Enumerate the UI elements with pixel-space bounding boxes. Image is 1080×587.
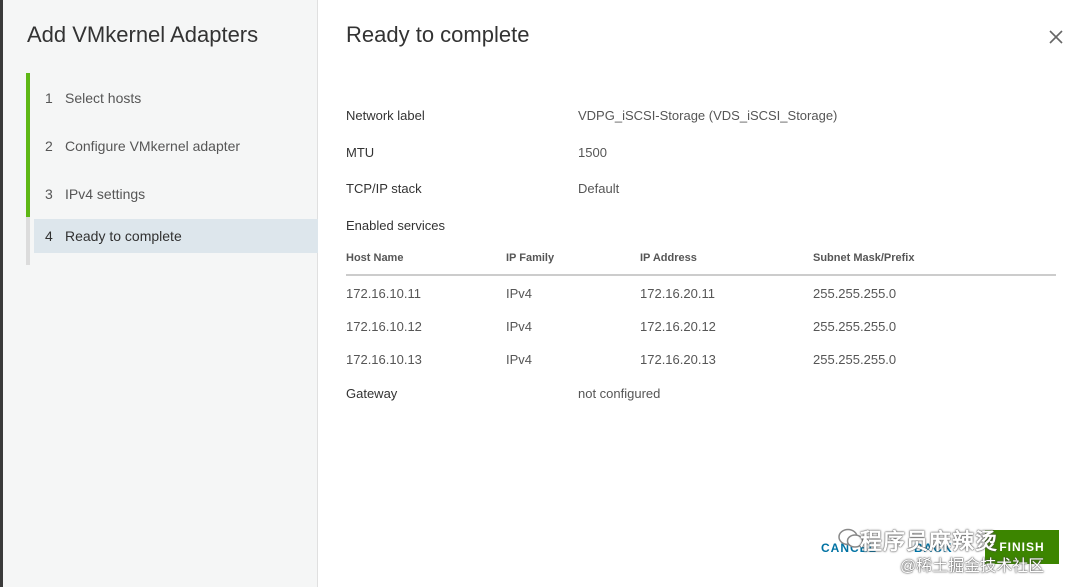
wizard-title: Add VMkernel Adapters: [27, 22, 259, 47]
gateway-value: not configured: [578, 386, 661, 401]
gateway-label: Gateway: [346, 386, 398, 401]
column-header-host-name: Host Name: [346, 252, 404, 264]
step-number: 1: [45, 90, 53, 106]
step-label: IPv4 settings: [65, 186, 146, 202]
ip-address-cell: 172.16.20.13: [640, 352, 716, 367]
host-name-cell: 172.16.10.11: [346, 286, 421, 301]
ip-family-cell: IPv4: [506, 352, 533, 367]
wizard-steps: 1 Select hosts 2 Configure VMkernel adap…: [26, 73, 318, 265]
step-complete-indicator: [26, 121, 30, 169]
tcpip-stack-value: Default: [578, 181, 620, 196]
column-header-ip-address: IP Address: [640, 252, 697, 264]
subnet-mask-cell: 255.255.255.0: [813, 286, 897, 301]
enabled-services-label: Enabled services: [346, 218, 445, 233]
mtu-label: MTU: [346, 145, 375, 160]
mtu-value: 1500: [578, 145, 607, 160]
step-label: Ready to complete: [65, 228, 182, 244]
tcpip-stack-label: TCP/IP stack: [346, 181, 422, 196]
step-number: 4: [45, 228, 53, 244]
host-name-cell: 172.16.10.12: [346, 319, 422, 334]
step-label: Select hosts: [65, 90, 142, 106]
column-header-subnet-mask: Subnet Mask/Prefix: [813, 252, 915, 264]
step-configure-vmkernel-adapter[interactable]: 2 Configure VMkernel adapter: [26, 121, 318, 169]
ip-address-cell: 172.16.20.11: [640, 286, 715, 301]
step-ready-to-complete[interactable]: 4 Ready to complete: [26, 217, 318, 265]
step-number: 3: [45, 186, 53, 202]
ip-address-cell: 172.16.20.12: [640, 319, 716, 334]
close-icon: [1049, 30, 1063, 44]
ip-family-cell: IPv4: [506, 286, 533, 301]
step-number: 2: [45, 138, 53, 154]
table-row: 172.16.10.12 IPv4 172.16.20.12 255.255.2…: [346, 309, 1056, 342]
network-label-value: VDPG_iSCSI-Storage (VDS_iSCSI_Storage): [578, 108, 838, 123]
table-header: Host Name IP Family IP Address Subnet Ma…: [346, 250, 1056, 276]
subnet-mask-cell: 255.255.255.0: [813, 352, 897, 367]
wizard-content: Ready to complete Network label VDPG_iSC…: [318, 0, 1080, 587]
step-pending-indicator: [26, 217, 30, 265]
subnet-mask-cell: 255.255.255.0: [813, 319, 897, 334]
step-select-hosts[interactable]: 1 Select hosts: [26, 73, 318, 121]
close-button[interactable]: [1046, 27, 1066, 47]
column-header-ip-family: IP Family: [506, 252, 555, 264]
page-title: Ready to complete: [346, 22, 530, 47]
table-row: 172.16.10.11 IPv4 172.16.20.11 255.255.2…: [346, 276, 1056, 309]
step-complete-indicator: [26, 169, 30, 217]
cancel-button[interactable]: CANCEL: [821, 541, 877, 555]
step-label: Configure VMkernel adapter: [65, 138, 241, 154]
network-label-label: Network label: [346, 108, 425, 123]
hosts-table: Host Name IP Family IP Address Subnet Ma…: [346, 250, 1056, 375]
ip-family-cell: IPv4: [506, 319, 533, 334]
step-complete-indicator: [26, 73, 30, 121]
step-ipv4-settings[interactable]: 3 IPv4 settings: [26, 169, 318, 217]
finish-button[interactable]: FINISH: [985, 530, 1059, 564]
table-row: 172.16.10.13 IPv4 172.16.20.13 255.255.2…: [346, 342, 1056, 375]
back-button[interactable]: BACK: [914, 541, 953, 555]
host-name-cell: 172.16.10.13: [346, 352, 422, 367]
wizard-sidebar: Add VMkernel Adapters 1 Select hosts 2 C…: [3, 0, 318, 587]
